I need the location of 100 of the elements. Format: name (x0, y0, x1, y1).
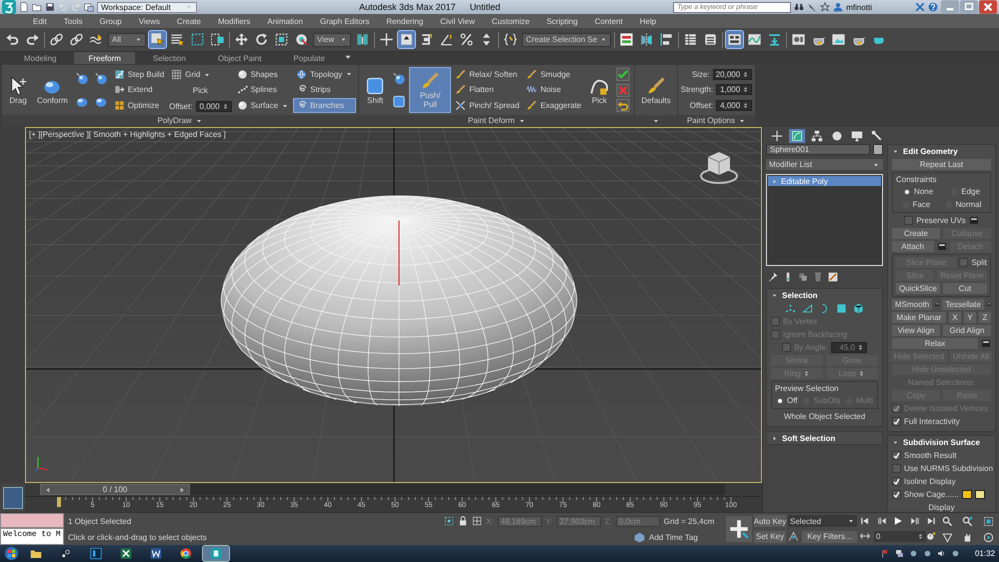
checkbox[interactable]: Use NURMS Subdivision (892, 464, 993, 473)
menu-item[interactable]: Rendering (386, 16, 424, 26)
braces-icon[interactable] (502, 31, 519, 48)
network-icon[interactable] (894, 549, 904, 558)
dropdown[interactable]: Create Selection Se (522, 32, 612, 46)
ribbon-button[interactable]: Pick (586, 68, 612, 112)
dropdown[interactable]: All (108, 32, 146, 46)
menu-item[interactable]: Customize (492, 16, 530, 26)
time-tag-button[interactable]: Add Time Tag (634, 532, 698, 542)
ribbon-icon[interactable] (726, 31, 744, 48)
ribbon-button[interactable]: Strips (294, 83, 356, 96)
frame-indicator[interactable]: 0 / 100 (40, 484, 190, 495)
color-swatch[interactable] (962, 490, 972, 499)
scale-icon[interactable] (273, 31, 290, 48)
settings-icon[interactable] (935, 300, 940, 309)
panel-button[interactable]: Cut (943, 283, 987, 294)
object-name-field[interactable]: Sphere001 (766, 144, 870, 155)
menu-item[interactable]: Scripting (546, 16, 578, 26)
cursor-icon[interactable] (149, 31, 166, 48)
go-to-start-icon[interactable] (860, 516, 870, 526)
ribbon-button[interactable]: Noise (524, 83, 584, 96)
key-filters-button[interactable]: Key Filters... (802, 530, 857, 543)
ribbon-button[interactable]: Relax/ Soften (453, 68, 522, 81)
ribbon-button[interactable]: Defaults (638, 68, 674, 112)
vertex-icon[interactable] (785, 303, 796, 314)
settings-icon[interactable] (986, 300, 991, 309)
key-mode-dropdown[interactable]: Selected (788, 515, 857, 528)
page-icon[interactable] (19, 2, 29, 12)
zoom-all-icon[interactable] (962, 516, 974, 526)
viewport-label[interactable]: [+ ][Perspective ][ Smooth + Highlights + Edged Faces ] (29, 130, 226, 139)
viewport[interactable]: [+ ][Perspective ][ Smooth + Highlights + Edged Faces ] (25, 127, 762, 483)
panel-button[interactable]: Grid Align (943, 325, 991, 336)
script-output-field[interactable]: Welcome to M (0, 528, 64, 545)
monitor-icon[interactable] (849, 129, 865, 143)
ribbon-button[interactable]: Shapes (234, 68, 292, 81)
ribbon-button[interactable]: Push/ Pull (410, 68, 450, 112)
dropdown[interactable]: View (313, 32, 351, 46)
panel-button[interactable]: QuickSlice (896, 283, 940, 294)
sphere-icon[interactable] (92, 70, 109, 86)
menu-item[interactable]: Views (138, 16, 160, 26)
dashed-square-icon[interactable] (189, 31, 206, 48)
move-icon[interactable] (233, 31, 250, 48)
help-icon[interactable] (928, 2, 938, 12)
ribbon-tab[interactable]: Selection (138, 52, 200, 64)
isolate-icon[interactable] (444, 516, 454, 526)
save-icon[interactable] (45, 2, 55, 12)
go-to-end-icon[interactable] (926, 516, 936, 526)
configure-icon[interactable] (828, 272, 838, 282)
orbit-icon[interactable] (983, 532, 994, 542)
key-icon[interactable] (726, 516, 752, 542)
menu-item[interactable]: Help (640, 16, 656, 26)
app-icon[interactable] (203, 546, 229, 561)
color-swatch[interactable] (974, 490, 985, 499)
sphere-icon[interactable] (74, 70, 90, 86)
ribbon-tab[interactable]: Populate (279, 52, 340, 64)
menu-item[interactable]: Graph Editors (320, 16, 370, 26)
modifier-stack[interactable]: Editable Poly (766, 174, 883, 266)
ribbon-tab[interactable]: Modeling (10, 52, 70, 64)
menu-item[interactable]: Animation (267, 16, 303, 26)
radio-button[interactable]: Normal (944, 200, 982, 209)
ribbon-button[interactable]: Extend (112, 83, 166, 96)
lock-icon[interactable] (458, 516, 468, 526)
ribbon-tab[interactable]: Freeform (74, 52, 135, 64)
key-mode-icon[interactable] (860, 531, 870, 542)
ribbon-tab[interactable]: Object Paint (204, 52, 276, 64)
settings-icon[interactable] (968, 216, 979, 225)
folder-icon[interactable] (32, 2, 42, 12)
checkbox[interactable]: Isoline Display (892, 477, 956, 486)
ribbon-button[interactable]: Grid (169, 68, 232, 82)
ribbon-button[interactable]: Flatten (453, 83, 522, 96)
ribbon-button[interactable]: Surface (234, 99, 292, 112)
ribbon-button[interactable]: Smudge (524, 68, 584, 81)
pan-icon[interactable] (962, 532, 974, 542)
ribbon-button[interactable]: Splines (234, 83, 292, 96)
radio-button[interactable]: Off (776, 396, 798, 405)
ribbon-button[interactable]: Exaggerate (524, 99, 584, 112)
radio-button[interactable]: None (903, 187, 934, 196)
cube-icon[interactable] (853, 303, 864, 314)
undo-icon[interactable] (615, 98, 632, 114)
plus-icon[interactable] (769, 129, 785, 143)
rollout-header[interactable]: Edit Geometry (888, 145, 995, 157)
texture-tool-icon[interactable] (618, 31, 636, 48)
menu-item[interactable]: Content (594, 16, 623, 26)
checkbox[interactable]: Split (959, 258, 987, 267)
hierarchy-icon[interactable] (809, 129, 825, 143)
panel-button[interactable]: Tessellate (942, 299, 984, 310)
panel-button[interactable]: Make Planar (892, 312, 946, 323)
panel-button[interactable]: X (949, 312, 961, 323)
zoom-extents-icon[interactable] (983, 516, 994, 526)
minimize-icon[interactable] (941, 0, 959, 16)
polygon-icon[interactable] (836, 303, 847, 314)
frame-field[interactable]: 0 (874, 530, 926, 542)
panel-button[interactable]: MSmooth (892, 299, 932, 310)
ribbon-button[interactable]: Conform (34, 68, 71, 112)
close-icon[interactable] (979, 0, 997, 16)
number-field[interactable]: 1,000 (716, 84, 752, 96)
app-logo-icon[interactable] (2, 0, 16, 14)
binoculars-icon[interactable] (794, 2, 804, 12)
panel-button[interactable]: Repeat Last (892, 159, 991, 170)
pin-icon[interactable] (768, 272, 778, 282)
